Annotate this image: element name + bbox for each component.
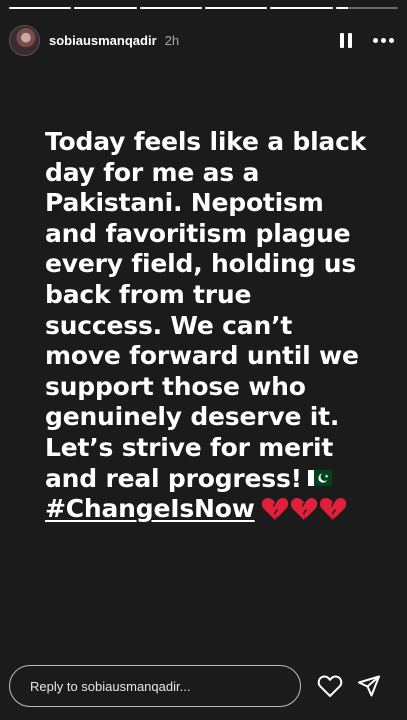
pause-bar-right <box>348 32 352 48</box>
story-text: Today feels like a black day for me as a… <box>45 127 385 525</box>
story-text-line: Today feels like a black <box>45 127 367 156</box>
more-dot <box>388 37 394 43</box>
broken-heart-icon <box>261 497 288 520</box>
story-text-line: move forward until we <box>45 341 359 371</box>
story-text-line: and favoritism plague <box>45 218 351 248</box>
story-text-line: Pakistani. Nepotism <box>45 188 324 218</box>
story-text-line: success. We can’t <box>45 310 293 340</box>
username[interactable]: sobiausmanqadir <box>49 33 157 48</box>
story-text-line: Let’s strive for merit <box>45 432 334 462</box>
story-text-line: genuinely deserve it. <box>45 402 340 432</box>
story-progress-segment <box>74 7 137 9</box>
story-progress-segment <box>204 7 268 9</box>
story-progress-segment <box>335 7 398 9</box>
heart-outline-icon[interactable] <box>317 674 343 698</box>
pakistan-flag-icon <box>307 469 332 486</box>
more-dot <box>380 37 386 43</box>
story-progress-segment <box>270 7 333 9</box>
more-dot <box>372 37 378 43</box>
story-text-line: and real progress! <box>45 463 302 493</box>
story-progress-fill <box>139 7 202 9</box>
story-progress-segment <box>9 7 72 9</box>
story-progress-segment <box>139 7 202 9</box>
story-text-line: day for me as a <box>45 157 260 187</box>
story-text-line: back from true <box>45 279 252 309</box>
post-time: 2h <box>164 32 180 48</box>
story-progress-fill <box>335 7 349 9</box>
story-progress-fill <box>270 7 333 9</box>
broken-heart-icon <box>290 497 317 520</box>
broken-heart-icon <box>319 497 346 520</box>
story-viewer: sobiausmanqadir 2h Today feels like a bl… <box>0 0 407 720</box>
hashtag-link[interactable]: #ChangeIsNow <box>45 494 255 523</box>
pause-bar-left <box>340 32 344 48</box>
story-progress-fill <box>9 7 72 9</box>
story-text-line-with-flag: and real progress! <box>45 464 385 495</box>
story-progress-fill <box>204 7 268 9</box>
story-text-line: support those who <box>45 371 306 401</box>
reply-input[interactable] <box>9 665 301 707</box>
story-header: sobiausmanqadir 2h <box>9 24 395 56</box>
story-text-line-hashtag: #ChangeIsNow <box>45 494 385 525</box>
send-icon[interactable] <box>357 674 381 698</box>
story-progress-fill <box>74 7 137 9</box>
story-text-line: every field, holding us <box>45 249 357 279</box>
broken-hearts <box>261 496 347 521</box>
pause-icon[interactable] <box>335 29 357 51</box>
story-footer <box>9 664 395 708</box>
story-progress-bars <box>9 7 398 9</box>
avatar[interactable] <box>9 24 40 56</box>
more-options-icon[interactable] <box>371 29 395 51</box>
